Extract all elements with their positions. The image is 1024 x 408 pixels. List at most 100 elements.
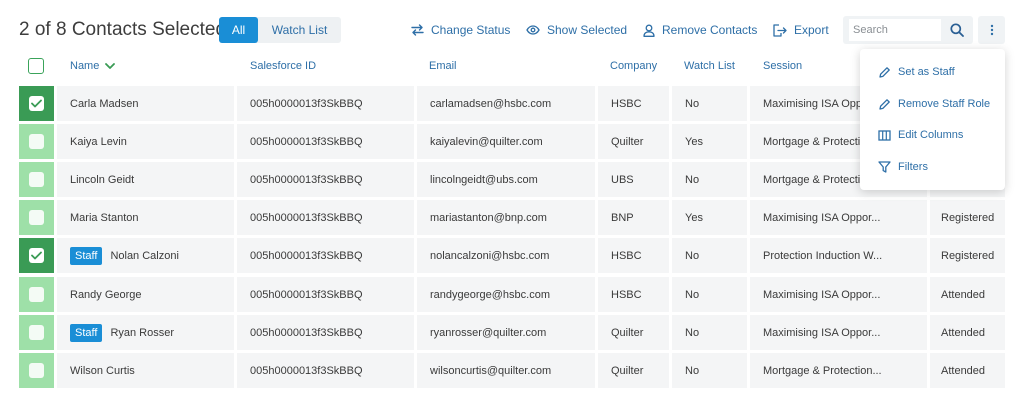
- more-options-menu: Set as Staff Remove Staff Role Edit Colu…: [860, 49, 1005, 190]
- export-label: Export: [794, 23, 829, 37]
- select-all-checkbox[interactable]: [28, 58, 44, 74]
- row-checkbox[interactable]: [19, 277, 54, 312]
- column-header-session[interactable]: Session: [763, 60, 802, 72]
- search-input[interactable]: [849, 19, 941, 41]
- watch-list-cell: No: [672, 277, 747, 312]
- pencil-icon: [879, 66, 890, 78]
- contact-name: Lincoln Geidt: [70, 173, 135, 186]
- row-checkbox[interactable]: [19, 200, 54, 235]
- contact-name: Wilson Curtis: [70, 364, 135, 377]
- export-icon: [773, 23, 787, 37]
- user-icon: [643, 24, 655, 37]
- row-checkbox[interactable]: [19, 124, 54, 159]
- staff-badge: Staff: [70, 246, 103, 265]
- row-checkbox[interactable]: [19, 86, 54, 121]
- watch-list-cell: No: [672, 162, 747, 197]
- table-row[interactable]: Maria Stanton 005h0000013f3SkBBQ mariast…: [19, 200, 1005, 235]
- column-header-name[interactable]: Name: [70, 60, 116, 72]
- row-checkbox[interactable]: [19, 238, 54, 273]
- email-cell: wilsoncurtis@quilter.com: [417, 353, 595, 388]
- pencil-icon: [879, 98, 890, 110]
- change-status-button[interactable]: Change Status: [411, 21, 510, 39]
- check-icon: [31, 99, 42, 108]
- company-cell: Quilter: [598, 124, 669, 159]
- column-header-watch-list[interactable]: Watch List: [684, 60, 735, 72]
- row-checkbox[interactable]: [19, 315, 54, 350]
- search-icon[interactable]: [950, 23, 964, 37]
- contact-name: Carla Madsen: [70, 97, 139, 110]
- watch-list-cell: No: [672, 353, 747, 388]
- table-row[interactable]: Carla Madsen 005h0000013f3SkBBQ carlamad…: [19, 86, 1005, 121]
- menu-item-label: Set as Staff: [898, 66, 955, 78]
- watch-list-cell: No: [672, 238, 747, 273]
- page-title: 2 of 8 Contacts Selected: [19, 19, 227, 40]
- table-row[interactable]: Staff Ryan Rosser 005h0000013f3SkBBQ ryan…: [19, 315, 1005, 350]
- email-cell: randygeorge@hsbc.com: [417, 277, 595, 312]
- watch-list-cell: No: [672, 86, 747, 121]
- filter-tabs: All Watch List: [219, 17, 341, 43]
- menu-item-label: Filters: [898, 161, 928, 173]
- name-cell: Randy George: [57, 277, 234, 312]
- status-cell: Attended: [930, 277, 1005, 312]
- salesforce-id-cell: 005h0000013f3SkBBQ: [237, 86, 414, 121]
- watch-list-cell: No: [672, 315, 747, 350]
- more-options-button[interactable]: [978, 16, 1005, 44]
- row-checkbox[interactable]: [19, 162, 54, 197]
- column-header-email[interactable]: Email: [429, 60, 457, 72]
- table-row[interactable]: Wilson Curtis 005h0000013f3SkBBQ wilsonc…: [19, 353, 1005, 388]
- menu-item-remove-staff-role[interactable]: Remove Staff Role: [878, 95, 990, 113]
- tab-watch-list[interactable]: Watch List: [258, 17, 341, 43]
- session-cell: Maximising ISA Oppor...: [750, 315, 927, 350]
- remove-contacts-label: Remove Contacts: [662, 23, 758, 37]
- name-cell: Wilson Curtis: [57, 353, 234, 388]
- name-cell: Kaiya Levin: [57, 124, 234, 159]
- contact-name: Kaiya Levin: [70, 135, 127, 148]
- chevron-down-icon: [105, 62, 116, 69]
- company-cell: Quilter: [598, 353, 669, 388]
- column-header-company[interactable]: Company: [610, 60, 657, 72]
- row-checkbox[interactable]: [19, 353, 54, 388]
- salesforce-id-cell: 005h0000013f3SkBBQ: [237, 315, 414, 350]
- table-row[interactable]: Randy George 005h0000013f3SkBBQ randygeo…: [19, 277, 1005, 312]
- menu-item-filters[interactable]: Filters: [878, 158, 928, 176]
- more-vertical-icon: [990, 24, 993, 36]
- swap-arrows-icon: [411, 24, 424, 36]
- table-row[interactable]: Kaiya Levin 005h0000013f3SkBBQ kaiyalevi…: [19, 124, 1005, 159]
- email-cell: kaiyalevin@quilter.com: [417, 124, 595, 159]
- contact-name: Randy George: [70, 288, 142, 301]
- staff-badge: Staff: [70, 323, 103, 342]
- salesforce-id-cell: 005h0000013f3SkBBQ: [237, 162, 414, 197]
- session-cell: Mortgage & Protection...: [750, 353, 927, 388]
- export-button[interactable]: Export: [772, 21, 829, 39]
- tab-all[interactable]: All: [219, 17, 258, 43]
- name-cell: Carla Madsen: [57, 86, 234, 121]
- menu-item-label: Edit Columns: [898, 129, 964, 141]
- column-header-salesforce-id[interactable]: Salesforce ID: [250, 60, 316, 72]
- check-icon: [31, 251, 42, 260]
- email-cell: nolancalzoni@hsbc.com: [417, 238, 595, 273]
- remove-contacts-button[interactable]: Remove Contacts: [643, 21, 757, 39]
- table-row[interactable]: Staff Nolan Calzoni 005h0000013f3SkBBQ no…: [19, 238, 1005, 273]
- name-cell: Staff Nolan Calzoni: [57, 238, 234, 273]
- company-cell: Quilter: [598, 315, 669, 350]
- email-cell: lincolngeidt@ubs.com: [417, 162, 595, 197]
- session-cell: Maximising ISA Oppor...: [750, 277, 927, 312]
- company-cell: BNP: [598, 200, 669, 235]
- menu-item-edit-columns[interactable]: Edit Columns: [878, 126, 963, 144]
- company-cell: HSBC: [598, 86, 669, 121]
- show-selected-button[interactable]: Show Selected: [526, 21, 627, 39]
- column-header-name-label: Name: [70, 60, 100, 72]
- table-row[interactable]: Lincoln Geidt 005h0000013f3SkBBQ lincoln…: [19, 162, 1005, 197]
- menu-item-set-as-staff[interactable]: Set as Staff: [878, 63, 955, 81]
- email-cell: carlamadsen@hsbc.com: [417, 86, 595, 121]
- watch-list-cell: Yes: [672, 124, 747, 159]
- show-selected-label: Show Selected: [547, 23, 628, 37]
- status-cell: Attended: [930, 353, 1005, 388]
- contact-name: Ryan Rosser: [110, 326, 175, 339]
- email-cell: ryanrosser@quilter.com: [417, 315, 595, 350]
- salesforce-id-cell: 005h0000013f3SkBBQ: [237, 200, 414, 235]
- session-cell: Maximising ISA Oppor...: [750, 200, 927, 235]
- watch-list-cell: Yes: [672, 200, 747, 235]
- company-cell: UBS: [598, 162, 669, 197]
- salesforce-id-cell: 005h0000013f3SkBBQ: [237, 277, 414, 312]
